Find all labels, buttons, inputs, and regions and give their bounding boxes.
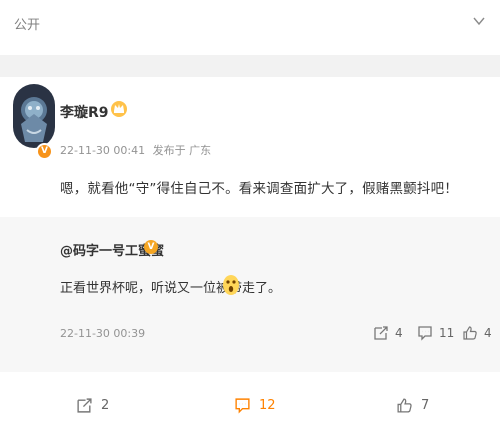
thumbs-up-icon bbox=[397, 397, 412, 413]
repost-count: 2 bbox=[101, 397, 110, 413]
quoted-like-button[interactable]: 4 bbox=[462, 323, 492, 343]
repost-icon bbox=[374, 326, 388, 340]
thumbs-up-icon bbox=[463, 326, 477, 340]
crown-icon bbox=[111, 101, 127, 117]
section-divider bbox=[0, 55, 500, 77]
action-bar: 2 12 7 bbox=[0, 372, 500, 440]
repost-button[interactable]: 2 bbox=[76, 394, 109, 416]
repost-icon bbox=[77, 397, 92, 413]
post-text: 嗯，就看他“守”得住自己不。看来调查面扩大了，假赌黑颤抖吧！ bbox=[60, 181, 458, 197]
like-count: 7 bbox=[421, 397, 430, 413]
chevron-down-icon[interactable] bbox=[470, 12, 488, 30]
quoted-comment-count: 11 bbox=[439, 326, 455, 340]
verified-badge-icon: V bbox=[36, 143, 53, 160]
avatar[interactable] bbox=[13, 84, 55, 148]
quoted-repost-count: 4 bbox=[395, 326, 403, 340]
quoted-post[interactable]: @码字一号工蜜蜜 V 正看世界杯呢，听说又一位被带走了。 22-11-30 00… bbox=[0, 217, 500, 372]
quoted-like-count: 4 bbox=[484, 326, 492, 340]
quoted-actions: 4 11 4 bbox=[0, 323, 500, 343]
surprised-emoji-icon bbox=[223, 275, 239, 295]
comment-count: 12 bbox=[259, 397, 276, 413]
post-time[interactable]: 22-11-30 00:41 bbox=[60, 144, 145, 157]
post-source: 发布于 广东 bbox=[152, 144, 212, 157]
visibility-bar[interactable]: 公开 bbox=[0, 0, 500, 55]
comment-button[interactable]: 12 bbox=[234, 394, 276, 416]
visibility-label: 公开 bbox=[14, 18, 41, 33]
quoted-repost-button[interactable]: 4 bbox=[373, 323, 403, 343]
verified-badge-icon: V bbox=[144, 240, 158, 254]
post-card: V 李璇R9 22-11-30 00:41 发布于 广东 嗯，就看他“守”得住自… bbox=[0, 77, 500, 217]
like-button[interactable]: 7 bbox=[396, 394, 429, 416]
quoted-comment-button[interactable]: 11 bbox=[417, 323, 454, 343]
post-meta: 22-11-30 00:41 发布于 广东 bbox=[60, 142, 215, 158]
comment-icon bbox=[418, 326, 432, 341]
quoted-text: 正看世界杯呢，听说又一位被带走了。 bbox=[60, 281, 282, 296]
comment-icon bbox=[235, 397, 250, 414]
author-name[interactable]: 李璇R9 bbox=[60, 102, 109, 122]
